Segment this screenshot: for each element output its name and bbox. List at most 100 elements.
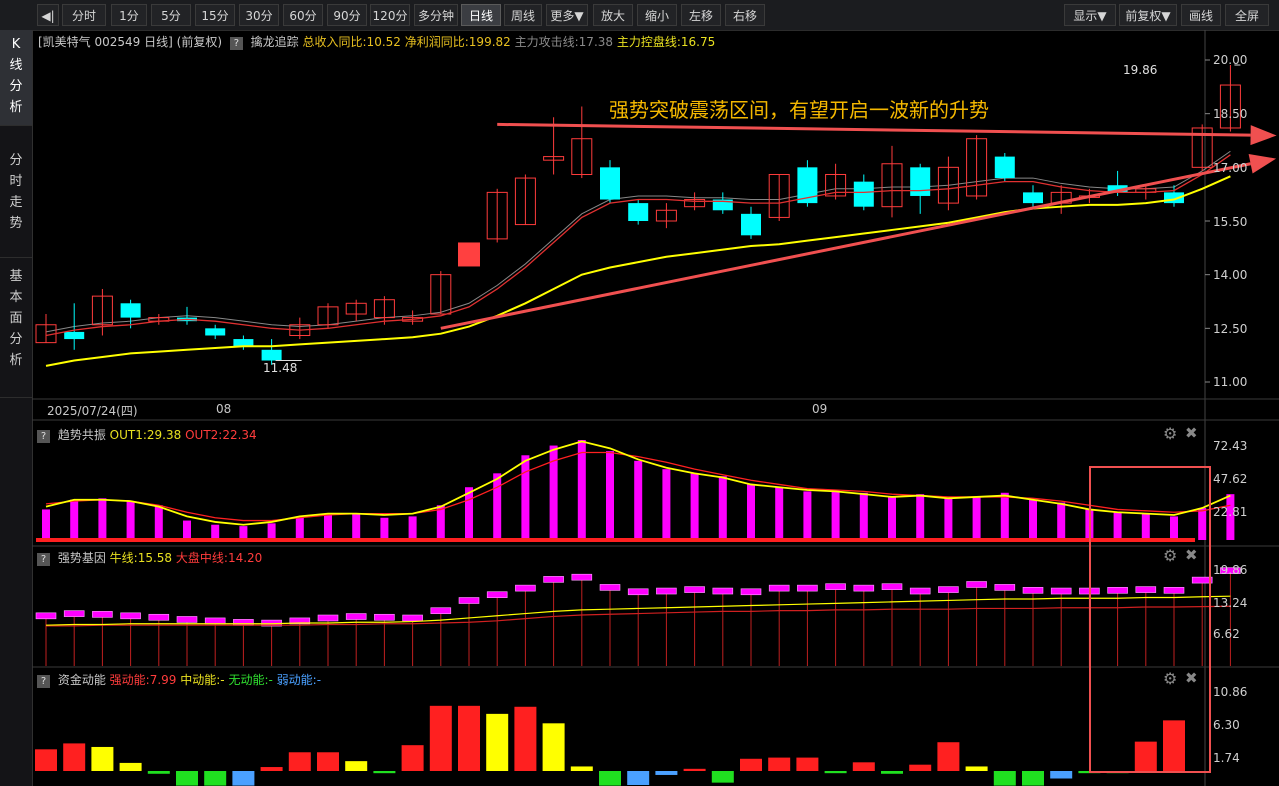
flow-bar [711, 771, 734, 783]
gene-box [881, 583, 903, 590]
tab-k-analysis[interactable]: K线分析 [0, 30, 32, 126]
panel1-tick: 22.81 [1213, 505, 1248, 519]
candle-limit-up [458, 242, 480, 267]
osc-bar [859, 492, 868, 540]
flow-bar [1134, 741, 1157, 771]
osc-bar [352, 513, 361, 540]
flow-bar [35, 749, 57, 771]
adjust-dropdown[interactable]: 前复权▼ [1119, 4, 1177, 26]
flow-bar [768, 757, 791, 771]
osc-bar [1057, 502, 1066, 540]
period-tab[interactable]: 更多▼ [546, 4, 588, 26]
osc-bar [577, 440, 586, 540]
osc-bar [803, 491, 812, 540]
osc-bar [634, 460, 643, 540]
flow-bar [542, 723, 565, 771]
gene-box [825, 583, 846, 590]
flow-bar [147, 771, 170, 774]
move-left-button[interactable]: 左移 [681, 4, 721, 26]
osc-bar [98, 498, 107, 540]
osc-bar [154, 505, 163, 540]
top-toolbar: ◀| 分时 1分 5分 15分 30分 60分 90分 120分 多分钟 日线 周线 更多▼ 放大 缩… [0, 0, 1279, 31]
period-tab[interactable]: 30分 [239, 4, 279, 26]
gene-box [63, 610, 85, 617]
gene-box [148, 613, 170, 621]
panel3-tick: 10.86 [1213, 685, 1248, 699]
osc-bar [690, 473, 699, 540]
panel1-tick: 47.62 [1213, 472, 1248, 486]
flow-bar [63, 743, 86, 771]
gene-box [486, 591, 508, 598]
gene-box [768, 584, 790, 592]
gene-box [1107, 587, 1128, 594]
osc-bar [211, 524, 220, 540]
price-tick: 11.00 [1213, 375, 1248, 389]
osc-bar [888, 496, 896, 540]
osc-bar [1029, 499, 1037, 540]
period-tab[interactable]: 15分 [195, 4, 235, 26]
period-tab[interactable]: 多分钟 [414, 4, 458, 26]
kline-chart[interactable] [32, 30, 1279, 786]
gene-box [1135, 586, 1157, 593]
candle-body [628, 203, 649, 221]
draw-line-button[interactable]: 画线 [1181, 4, 1221, 26]
flow-bar [796, 757, 819, 771]
fullscreen-button[interactable]: 全屏 [1225, 4, 1269, 26]
zoom-out-button[interactable]: 缩小 [637, 4, 677, 26]
price-tick: 14.00 [1213, 268, 1248, 282]
gene-box [938, 586, 959, 593]
osc-bar [267, 523, 276, 540]
price-tick: 18.50 [1213, 107, 1248, 121]
flow-bar [852, 762, 875, 771]
gene-box [571, 573, 593, 581]
osc-bar [1170, 516, 1178, 540]
osc-bar [42, 509, 50, 540]
price-tick: 15.50 [1213, 215, 1248, 229]
period-tab[interactable]: 分时 [62, 4, 106, 26]
gene-box [966, 581, 987, 588]
low-price-label: 11.48 [263, 361, 298, 375]
osc-bar [380, 517, 389, 540]
gene-box [176, 616, 198, 623]
move-right-button[interactable]: 右移 [725, 4, 765, 26]
tab-intraday[interactable]: 分时走势 [0, 146, 32, 258]
gene-box [1050, 587, 1072, 595]
gene-box [627, 588, 649, 596]
osc-bar [70, 499, 79, 540]
candle-body [64, 331, 85, 340]
osc-bar [295, 517, 304, 540]
flow-bar [486, 713, 509, 771]
flow-bar [232, 771, 255, 786]
flow-bar [119, 762, 142, 771]
osc-bar [944, 498, 953, 540]
tab-fundamentals[interactable]: 基本面分析 [0, 262, 32, 398]
panel1-tick: 72.43 [1213, 439, 1248, 453]
flow-bar [740, 758, 762, 771]
osc-bar [775, 487, 784, 540]
osc-bar [916, 494, 925, 540]
period-tab[interactable]: 90分 [327, 4, 367, 26]
period-tab[interactable]: 60分 [283, 4, 323, 26]
candle-body [994, 156, 1015, 179]
display-dropdown[interactable]: 显示▼ [1064, 4, 1116, 26]
flow-bar [514, 706, 537, 771]
zoom-in-button[interactable]: 放大 [593, 4, 633, 26]
gene-box [909, 587, 931, 595]
flow-bar [655, 771, 678, 775]
flow-bar [458, 705, 480, 771]
gene-box [1022, 587, 1044, 594]
period-tab[interactable]: 周线 [504, 4, 542, 26]
highlight-box [1089, 466, 1211, 773]
gene-box [599, 584, 621, 591]
period-tab[interactable]: 5分 [151, 4, 191, 26]
candle-body [233, 339, 254, 347]
period-tab[interactable]: 1分 [111, 4, 147, 26]
period-tab[interactable]: 120分 [370, 4, 410, 26]
panel-toggle-icon[interactable]: ◀| [37, 4, 59, 26]
osc-bar [1198, 508, 1207, 540]
gene-box [1163, 587, 1185, 594]
trend-arrow-line [497, 122, 1251, 137]
candle-body [853, 181, 874, 207]
osc-bar [126, 501, 135, 540]
period-tab[interactable]: 日线 [461, 4, 501, 26]
